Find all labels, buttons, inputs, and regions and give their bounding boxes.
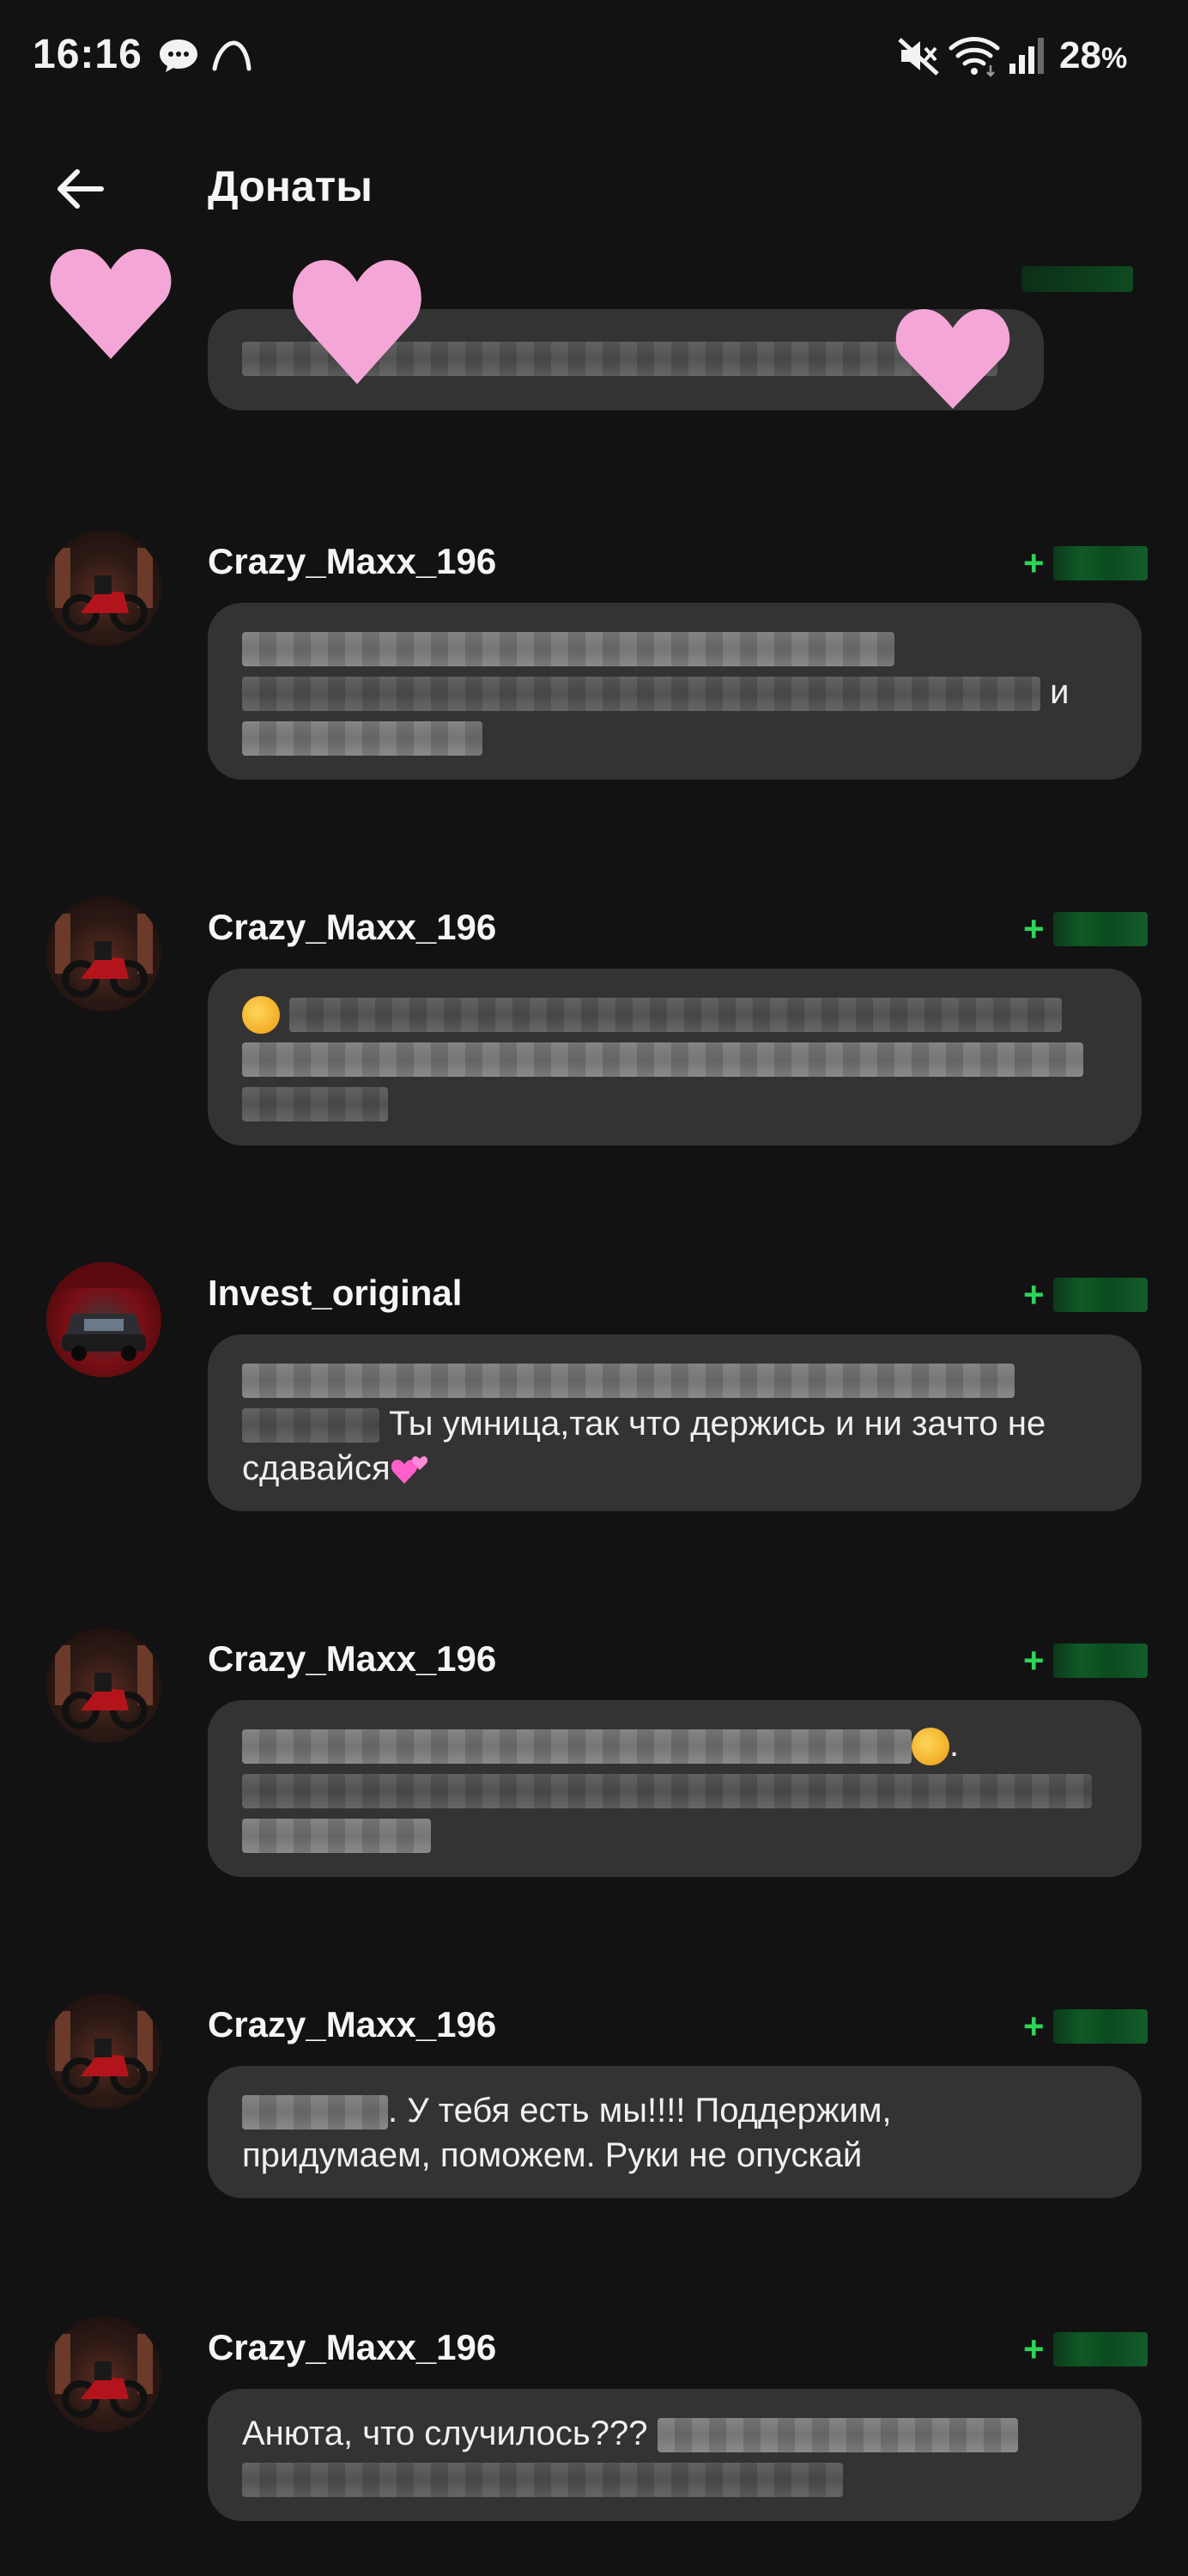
message-text: придумаем, поможем. Руки не опускай <box>242 2136 863 2174</box>
amount-sign: + <box>1023 2329 1045 2369</box>
donation-amount: + <box>1023 2004 1148 2049</box>
censored-amount <box>1052 912 1148 946</box>
donor-username[interactable]: Crazy_Maxx_196 <box>208 541 496 582</box>
battery-value: 28 <box>1059 34 1101 76</box>
donation-amount: + <box>1023 907 1148 951</box>
censored-text <box>289 998 1063 1033</box>
message-text: . <box>949 1726 960 1764</box>
message-text: Ты умница,так что держись и ни зачто не <box>389 1405 1046 1443</box>
censored-amount <box>1052 1643 1148 1678</box>
censored-amount <box>1052 546 1148 580</box>
donation-amount: + <box>1023 2327 1148 2372</box>
censored-text <box>242 2463 843 2498</box>
motorcycle-avatar-icon <box>55 548 153 632</box>
status-bar: 16:16 28% <box>0 0 1188 112</box>
avatar[interactable] <box>46 531 161 646</box>
donation-item-censored <box>0 232 1188 429</box>
donor-username[interactable]: Invest_original <box>208 1273 462 1314</box>
donation-amount: + <box>1023 1273 1148 1317</box>
message-bubble: и <box>208 603 1142 780</box>
censored-amount <box>1021 266 1133 292</box>
page-title: Донаты <box>208 162 373 210</box>
winking-face-emoji-icon <box>912 1728 949 1766</box>
censored-amount <box>1052 2009 1148 2044</box>
amount-sign: + <box>1023 1274 1045 1315</box>
arrow-left-icon[interactable] <box>53 161 108 216</box>
message-text: Анюта, что случилось??? <box>242 2415 648 2452</box>
donation-item: Invest_original + Ты умница,так что держ… <box>0 1262 1188 1520</box>
donor-username[interactable]: Crazy_Maxx_196 <box>208 1638 496 1680</box>
censored-text <box>242 1729 912 1765</box>
donation-item: Crazy_Maxx_196 + . <box>0 1628 1188 1886</box>
amount-sign: + <box>1023 543 1045 583</box>
avatar[interactable] <box>46 1994 161 2109</box>
battery-unit: % <box>1100 42 1128 75</box>
motorcycle-avatar-icon <box>55 2334 153 2418</box>
message-bubble: Ты умница,так что держись и ни зачто не … <box>208 1334 1142 1511</box>
app-header: Донаты <box>0 137 1188 240</box>
donor-username[interactable]: Crazy_Maxx_196 <box>208 907 496 948</box>
message-bubble: . <box>208 1700 1142 1877</box>
censored-text <box>242 632 894 667</box>
donation-amount: + <box>1023 1638 1148 1683</box>
motorcycle-avatar-icon <box>55 2011 153 2095</box>
wifi-icon <box>949 37 1000 77</box>
car-avatar-icon <box>46 1262 161 1361</box>
donations-screen: 16:16 28% Донаты Crazy_Maxx_196 + и Craz… <box>0 0 1188 2576</box>
heart-sticker-icon <box>50 249 172 359</box>
censored-text <box>242 1408 379 1443</box>
censored-text <box>242 1042 1083 1078</box>
censored-amount <box>1052 1278 1148 1312</box>
heart-sticker-icon <box>895 309 1010 409</box>
motorcycle-avatar-icon <box>55 1645 153 1729</box>
emoji-face-icon <box>242 996 280 1035</box>
censored-text <box>242 1819 431 1854</box>
censored-text <box>242 2095 388 2130</box>
avatar[interactable] <box>46 2317 161 2432</box>
donation-amount: + <box>1023 541 1148 586</box>
censored-text <box>242 1774 1092 1809</box>
arc-icon <box>212 40 252 71</box>
chat-bubble-icon <box>160 39 197 72</box>
donation-item: Crazy_Maxx_196 + . У тебя есть мы!!!! По… <box>0 1994 1188 2217</box>
censored-text <box>242 677 1040 712</box>
status-time: 16:16 <box>33 32 142 77</box>
message-bubble: Анюта, что случилось??? <box>208 2389 1142 2521</box>
two-hearts-emoji-icon <box>391 1456 427 1485</box>
motorcycle-avatar-icon <box>55 914 153 998</box>
message-text: и <box>1050 673 1070 711</box>
censored-text <box>657 2418 1018 2453</box>
donor-username[interactable]: Crazy_Maxx_196 <box>208 2327 496 2368</box>
amount-sign: + <box>1023 2006 1045 2046</box>
donation-item: Crazy_Maxx_196 + <box>0 896 1188 1154</box>
donation-item: Crazy_Maxx_196 + и <box>0 531 1188 788</box>
avatar[interactable] <box>46 896 161 1012</box>
donation-item: Crazy_Maxx_196 + Анюта, что случилось??? <box>0 2317 1188 2540</box>
signal-icon <box>1009 38 1044 74</box>
mute-icon <box>898 38 939 76</box>
censored-text <box>242 1087 388 1122</box>
censored-text <box>242 721 482 756</box>
battery-level: 28% <box>1059 34 1127 77</box>
message-text: . У тебя есть мы!!!! Поддержим, <box>388 2092 892 2129</box>
donor-username[interactable]: Crazy_Maxx_196 <box>208 2004 496 2045</box>
censored-amount <box>1052 2332 1148 2366</box>
message-bubble <box>208 969 1142 1145</box>
message-bubble: . У тебя есть мы!!!! Поддержим, придумае… <box>208 2066 1142 2198</box>
heart-sticker-icon <box>293 259 421 385</box>
amount-sign: + <box>1023 1640 1045 1680</box>
avatar[interactable] <box>46 1262 161 1377</box>
avatar[interactable] <box>46 1628 161 1743</box>
censored-text <box>242 1364 1015 1399</box>
amount-sign: + <box>1023 908 1045 949</box>
message-text: сдавайся <box>242 1449 391 1487</box>
